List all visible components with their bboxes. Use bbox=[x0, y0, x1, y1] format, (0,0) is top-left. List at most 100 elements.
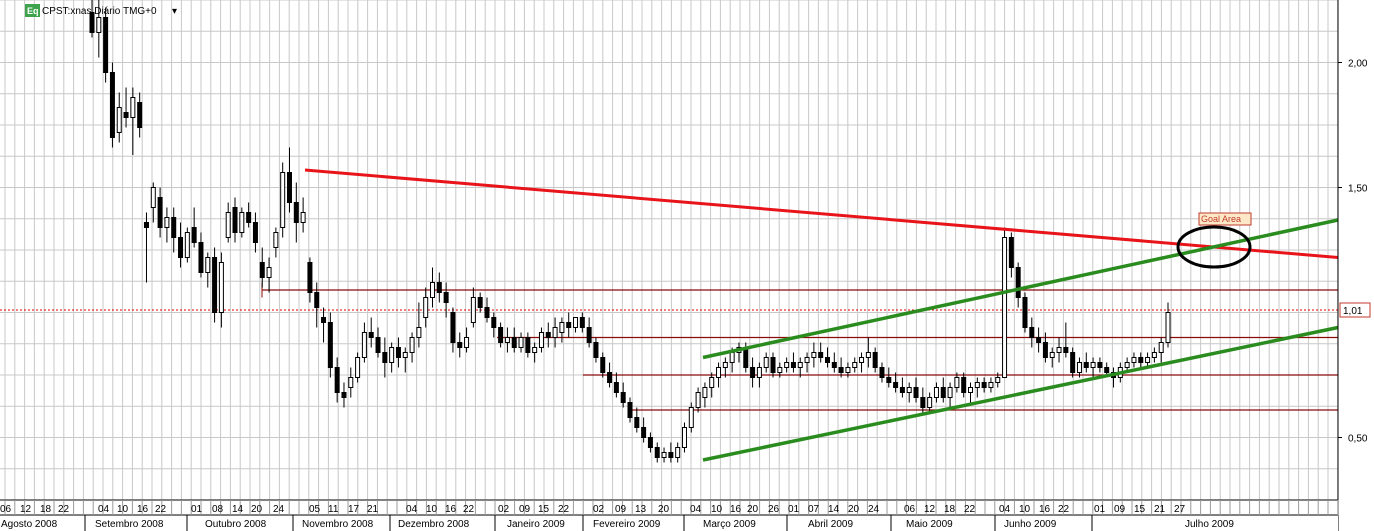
day-tick-label: 04 bbox=[999, 504, 1011, 515]
month-label: Fevereiro 2009 bbox=[593, 519, 661, 530]
candle-body-down bbox=[1070, 352, 1076, 373]
candle bbox=[109, 62, 115, 148]
day-tick-label: 22 bbox=[155, 504, 167, 515]
candle-body-up bbox=[280, 172, 286, 228]
day-tick-label: 02 bbox=[498, 504, 510, 515]
candle-body-up bbox=[96, 17, 102, 33]
time-axis[interactable]: 06 12 18 22 04 10 16 22 01 08 14 20 24 05 11 17 21 04 10 16… bbox=[0, 499, 1339, 531]
candle-body-up bbox=[763, 357, 769, 368]
candle-body-down bbox=[1063, 347, 1069, 353]
day-tick-label: 01 bbox=[788, 504, 800, 515]
candle-body-up bbox=[695, 392, 701, 408]
month-label: Maio 2009 bbox=[906, 519, 953, 530]
candle-body-up bbox=[1145, 357, 1151, 363]
candle-body-up bbox=[348, 377, 354, 388]
last-price-label: 1,01 bbox=[1343, 306, 1363, 317]
candle-body-down bbox=[259, 262, 265, 278]
candle-body-down bbox=[436, 282, 442, 293]
candle-body-up bbox=[552, 327, 558, 338]
candle bbox=[355, 352, 361, 383]
candle-body-up bbox=[532, 347, 538, 353]
day-tick-label: 24 bbox=[868, 504, 880, 515]
candle-body-up bbox=[756, 367, 762, 378]
candle-body-down bbox=[1036, 337, 1042, 343]
chart-window: 2,00 1,50 1,01 0,50 06 12 18 22 04 10 16 22 01 08 14 2… bbox=[0, 0, 1374, 531]
price-tick-label: 1,50 bbox=[1348, 184, 1368, 195]
day-tick-label: 16 bbox=[730, 504, 742, 515]
candle-body-down bbox=[824, 357, 830, 363]
title-menu-arrow-icon[interactable]: ▾ bbox=[172, 6, 177, 17]
candle-body-down bbox=[484, 307, 490, 318]
eq-badge-label: Eq bbox=[27, 6, 39, 16]
candle-body-down bbox=[123, 112, 129, 118]
day-tick-label: 27 bbox=[1174, 504, 1186, 515]
candle-body-up bbox=[184, 232, 190, 258]
candle-body-up bbox=[852, 362, 858, 368]
candle-body-up bbox=[968, 387, 974, 393]
candle-body-down bbox=[981, 382, 987, 388]
candle-body-up bbox=[688, 407, 694, 428]
candle-body-up bbox=[225, 212, 231, 238]
candle-body-down bbox=[593, 342, 599, 358]
candle-body-down bbox=[1104, 367, 1110, 373]
candle bbox=[1002, 227, 1008, 378]
candle-body-down bbox=[198, 242, 204, 273]
day-tick-label: 22 bbox=[964, 504, 976, 515]
candle-body-down bbox=[477, 297, 483, 308]
month-label: Março 2009 bbox=[703, 519, 756, 530]
candle-body-down bbox=[498, 327, 504, 343]
candle-body-down bbox=[457, 342, 463, 348]
candle-body-down bbox=[668, 452, 674, 458]
day-tick-label: 20 bbox=[658, 504, 670, 515]
candle-body-up bbox=[1002, 237, 1008, 378]
candle-body-up bbox=[811, 352, 817, 358]
candle-body-down bbox=[375, 337, 381, 353]
candle-body-up bbox=[777, 367, 783, 373]
candle-body-up bbox=[1056, 347, 1062, 353]
candle-body-down bbox=[545, 332, 551, 338]
day-tick-label: 08 bbox=[212, 504, 224, 515]
candle-body-down bbox=[641, 427, 647, 438]
candle-body-down bbox=[491, 317, 497, 328]
day-tick-label: 04 bbox=[98, 504, 110, 515]
day-tick-label: 04 bbox=[406, 504, 418, 515]
candle-body-down bbox=[143, 222, 149, 228]
candle-body-down bbox=[654, 447, 660, 458]
candle bbox=[239, 207, 245, 238]
chart-header[interactable]: Eq CPST:xnas Diário TMG+0 ▾ bbox=[25, 4, 177, 17]
day-tick-label: 09 bbox=[1114, 504, 1126, 515]
candle-body-down bbox=[1138, 357, 1144, 363]
candle-body-up bbox=[389, 347, 395, 363]
candle bbox=[327, 312, 333, 378]
candle-body-up bbox=[988, 382, 994, 388]
candle-body-up bbox=[423, 297, 429, 318]
candle-body-down bbox=[246, 212, 252, 223]
candle-body-down bbox=[1008, 237, 1014, 268]
candle-body-up bbox=[300, 212, 306, 223]
candle-body-up bbox=[681, 427, 687, 448]
day-tick-label: 06 bbox=[904, 504, 916, 515]
candle-body-down bbox=[920, 397, 926, 408]
day-tick-label: 10 bbox=[711, 504, 723, 515]
candle-body-up bbox=[205, 257, 211, 273]
candle-body-down bbox=[743, 347, 749, 368]
candle-body-down bbox=[171, 217, 177, 238]
price-chart[interactable]: 2,00 1,50 1,01 0,50 06 12 18 22 04 10 16 22 01 08 14 2… bbox=[0, 0, 1374, 531]
chart-title: CPST:xnas Diário TMG+0 bbox=[42, 6, 157, 17]
day-tick-label: 13 bbox=[635, 504, 647, 515]
candle-body-down bbox=[1015, 267, 1021, 298]
candle-body-down bbox=[607, 372, 613, 383]
candle-body-down bbox=[886, 377, 892, 383]
candle-body-down bbox=[191, 227, 197, 243]
day-tick-label: 15 bbox=[1134, 504, 1146, 515]
day-tick-label: 06 bbox=[0, 504, 12, 515]
candle-body-down bbox=[1029, 327, 1035, 338]
candle bbox=[184, 227, 190, 263]
candle-body-up bbox=[130, 97, 136, 118]
day-tick-label: 20 bbox=[251, 504, 263, 515]
price-tick-label: 0,50 bbox=[1348, 434, 1368, 445]
day-tick-label: 10 bbox=[117, 504, 129, 515]
month-label: Junho 2009 bbox=[1004, 519, 1057, 530]
candle bbox=[280, 162, 286, 238]
day-tick-label: 22 bbox=[1058, 504, 1070, 515]
